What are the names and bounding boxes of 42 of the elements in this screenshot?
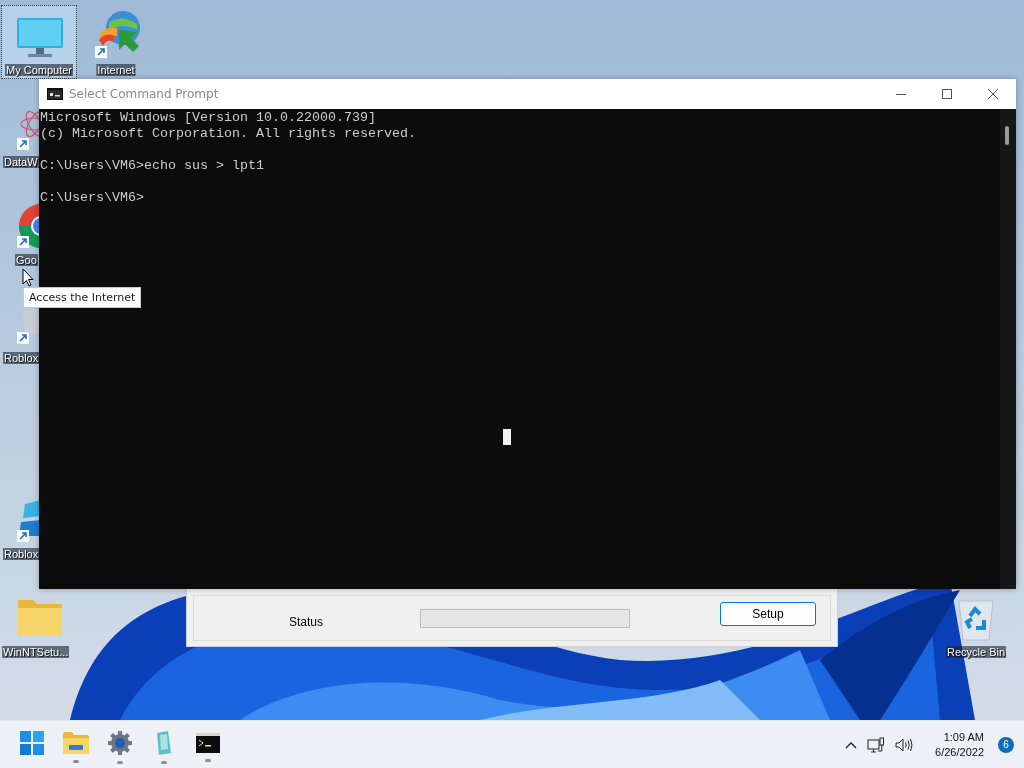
terminal-icon <box>47 88 63 100</box>
console-line: Microsoft Windows [Version 10.0.22000.739] <box>40 110 376 126</box>
network-icon[interactable] <box>867 736 886 753</box>
desktop-icon[interactable]: Roblox <box>3 306 39 366</box>
tooltip: Access the Internet <box>23 287 142 308</box>
folder-icon <box>62 732 89 754</box>
desktop-icon[interactable]: Internet <box>80 6 152 78</box>
icon-label: Roblox <box>3 352 40 364</box>
terminal-icon <box>195 733 220 753</box>
globe-download-icon <box>93 8 141 60</box>
clock-time[interactable]: 1:09 AM <box>943 729 984 745</box>
recycle-bin-icon <box>956 598 996 642</box>
gear-icon <box>107 731 132 755</box>
mouse-pointer-icon <box>22 268 34 287</box>
console-line: (c) Microsoft Corporation. All rights reserved. <box>40 126 416 142</box>
maximize-icon <box>942 89 952 99</box>
icon-label: Recycle Bin <box>945 646 1007 658</box>
folder-icon <box>17 598 63 638</box>
windows-logo-icon <box>19 731 44 755</box>
desktop-icon[interactable]: My Computer <box>2 6 76 78</box>
icon-label: Roblox <box>3 548 40 560</box>
icon-label: DataW <box>3 156 39 168</box>
status-label: Status <box>289 614 325 629</box>
desktop-icon[interactable]: Recycle Bin <box>940 596 1012 660</box>
console-line: C:\Users\VM6> <box>40 190 144 206</box>
desktop-icon[interactable]: WinNTSetu... <box>2 596 76 660</box>
icon-label: Internet <box>96 64 136 76</box>
window-title: Select Command Prompt <box>69 87 219 101</box>
close-icon <box>988 89 998 99</box>
tablet-icon <box>155 731 172 755</box>
setup-button[interactable]: Setup <box>720 602 816 626</box>
scrollbar[interactable] <box>1000 109 1016 589</box>
icon-label: My Computer <box>5 64 73 76</box>
text-cursor <box>503 429 511 445</box>
notification-badge[interactable]: 6 <box>998 736 1014 753</box>
clock-date[interactable]: 6/26/2022 <box>935 744 984 760</box>
icon-label: Goo <box>15 254 38 266</box>
monitor-icon <box>16 16 64 60</box>
icon-label: WinNTSetu... <box>2 646 70 658</box>
console-line: C:\Users\VM6>echo sus > lpt1 <box>40 158 264 174</box>
volume-icon[interactable] <box>895 737 914 752</box>
chevron-up-icon[interactable] <box>845 740 858 749</box>
